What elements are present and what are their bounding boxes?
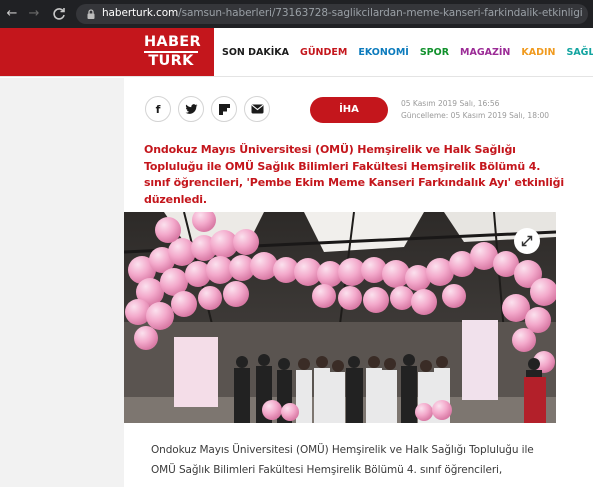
menu-item-magazin[interactable]: MAGAZİN bbox=[460, 47, 510, 58]
main-menu: SON DAKİKA GÜNDEM EKONOMİ SPOR MAGAZİN K… bbox=[222, 28, 593, 76]
logo-top-text: HABER bbox=[144, 34, 201, 50]
url-domain: haberturk.com bbox=[102, 7, 179, 19]
twitter-icon[interactable] bbox=[178, 96, 204, 122]
menu-item-kadin[interactable]: KADIN bbox=[521, 47, 555, 58]
logo-bottom-text: TURK bbox=[148, 53, 194, 69]
left-gutter bbox=[0, 78, 124, 487]
haberturk-logo[interactable]: HABER TURK bbox=[144, 34, 201, 69]
menu-item-gundem[interactable]: GÜNDEM bbox=[300, 47, 347, 58]
facebook-icon[interactable]: f bbox=[145, 96, 171, 122]
expand-icon[interactable] bbox=[514, 228, 540, 254]
article-photo[interactable] bbox=[124, 212, 556, 423]
source-badge[interactable]: İHA bbox=[310, 97, 388, 123]
article-lede: Ondokuz Mayıs Üniversitesi (OMÜ) Hemşire… bbox=[144, 143, 564, 206]
published-date: 05 Kasım 2019 Salı, 16:56 bbox=[401, 99, 500, 108]
email-icon[interactable] bbox=[244, 96, 270, 122]
updated-date: Güncelleme: 05 Kasım 2019 Salı, 18:00 bbox=[401, 111, 550, 120]
url-path: /samsun-haberleri/73163728-saglikcilarda… bbox=[178, 7, 583, 19]
url-text: haberturk.com/samsun-haberleri/73163728-… bbox=[102, 7, 583, 19]
logo-block: HABER TURK bbox=[0, 28, 214, 76]
menu-item-spor[interactable]: SPOR bbox=[420, 47, 449, 58]
menu-item-saglik[interactable]: SAĞLIK bbox=[566, 47, 593, 58]
photo-caption-corner bbox=[124, 423, 146, 441]
back-arrow-icon[interactable]: ← bbox=[3, 5, 21, 23]
article-body: Ondokuz Mayıs Üniversitesi (OMÜ) Hemşire… bbox=[151, 440, 571, 480]
address-bar[interactable]: haberturk.com/samsun-haberleri/73163728-… bbox=[76, 4, 588, 24]
menu-item-son-dakika[interactable]: SON DAKİKA bbox=[222, 47, 289, 58]
forward-arrow-icon[interactable]: → bbox=[25, 5, 43, 23]
body-line-1: Ondokuz Mayıs Üniversitesi (OMÜ) Hemşire… bbox=[151, 444, 534, 456]
browser-toolbar: ← → haberturk.com/samsun-haberleri/73163… bbox=[0, 0, 593, 28]
body-line-2: OMÜ Sağlık Bilimleri Fakültesi Hemşireli… bbox=[151, 464, 503, 476]
site-header: HABER TURK SON DAKİKA GÜNDEM EKONOMİ SPO… bbox=[0, 28, 593, 77]
share-buttons: f bbox=[145, 96, 270, 122]
menu-item-ekonomi[interactable]: EKONOMİ bbox=[358, 47, 409, 58]
facebook-glyph: f bbox=[155, 102, 161, 116]
lock-icon bbox=[87, 9, 95, 19]
reload-icon[interactable] bbox=[50, 5, 68, 23]
flipboard-icon[interactable] bbox=[211, 96, 237, 122]
